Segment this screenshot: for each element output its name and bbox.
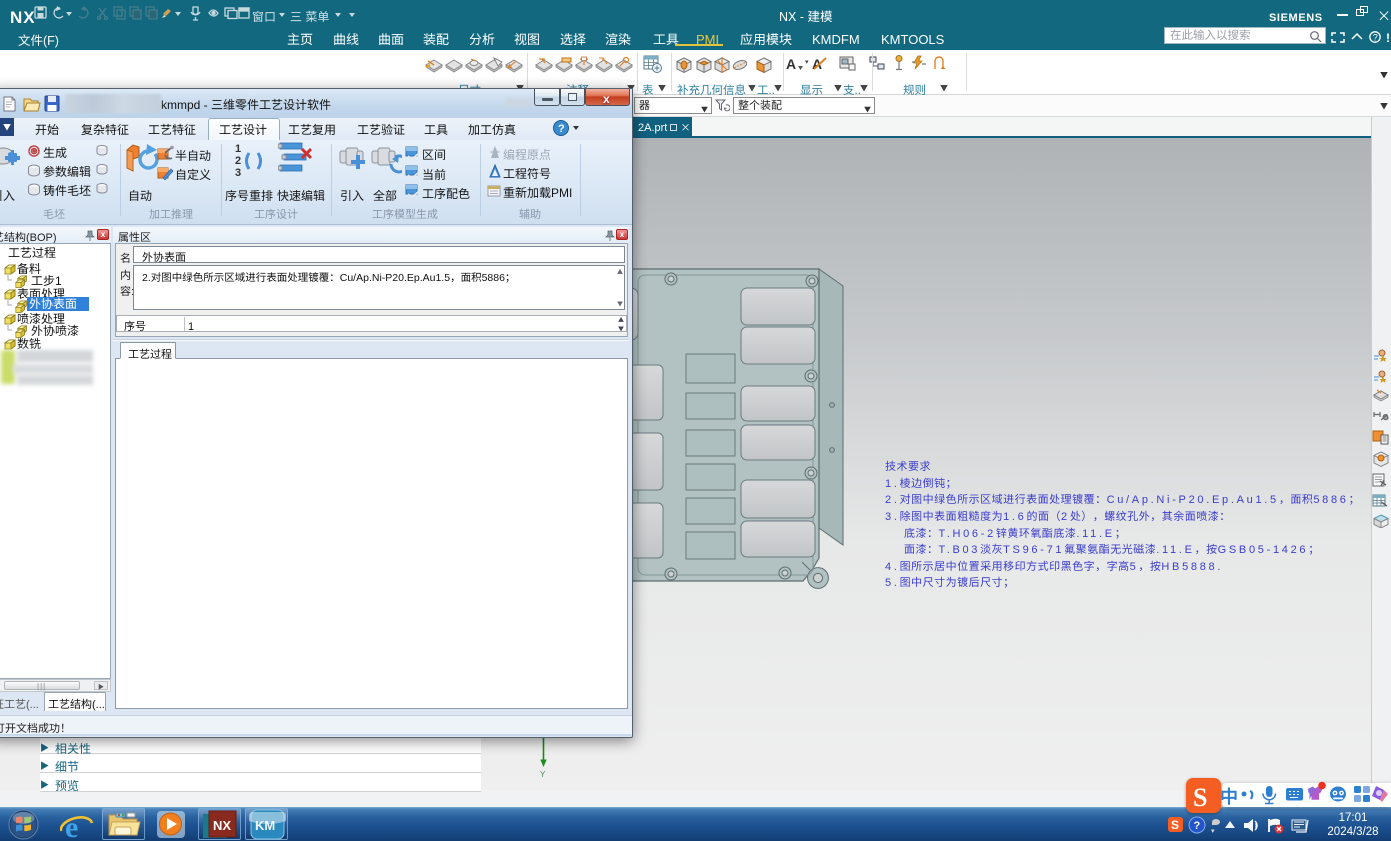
svg-text:S: S bbox=[1193, 783, 1207, 812]
svg-text:S: S bbox=[1171, 816, 1179, 833]
svg-text:中: 中 bbox=[1220, 783, 1238, 809]
svg-text:?: ? bbox=[1194, 817, 1201, 833]
svg-text:Y: Y bbox=[540, 769, 546, 780]
svg-text:▾: ▾ bbox=[805, 57, 809, 67]
svg-text:!: ! bbox=[1386, 29, 1390, 44]
svg-text:工艺过程: 工艺过程 bbox=[8, 244, 56, 261]
svg-text:?: ? bbox=[1373, 31, 1378, 44]
svg-text:?: ? bbox=[558, 120, 565, 136]
svg-text:▾: ▾ bbox=[1211, 826, 1215, 836]
svg-text:e: e bbox=[65, 811, 78, 840]
svg-text:A: A bbox=[786, 54, 796, 74]
svg-text:3: 3 bbox=[235, 164, 241, 179]
svg-text:NX: NX bbox=[213, 815, 231, 834]
svg-text:KM: KM bbox=[255, 815, 275, 834]
